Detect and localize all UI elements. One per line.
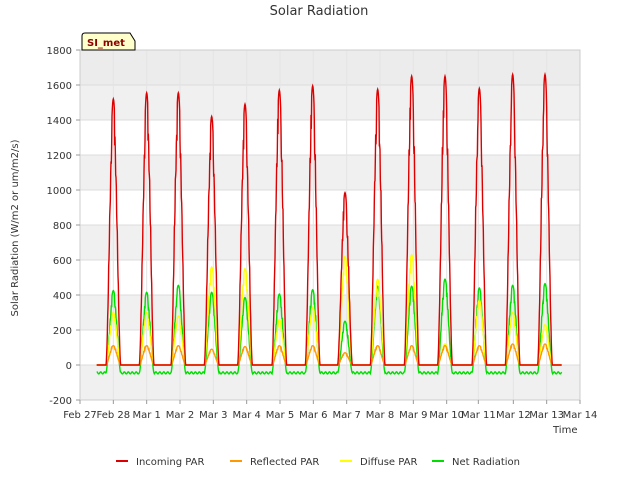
x-tick-label: Mar 12 xyxy=(496,410,531,421)
badge-label: SI_met xyxy=(87,38,125,49)
plot-band xyxy=(80,85,580,120)
x-tick-label: Mar 14 xyxy=(563,410,598,421)
x-tick-label: Mar 9 xyxy=(399,410,427,421)
plot-band xyxy=(80,190,580,225)
x-tick-label: Mar 3 xyxy=(199,410,227,421)
legend-label: Reflected PAR xyxy=(250,457,319,468)
x-tick-label: Mar 13 xyxy=(529,410,564,421)
y-tick-label: 1200 xyxy=(47,151,72,162)
plot-band xyxy=(80,155,580,190)
y-tick-label: 1600 xyxy=(47,81,72,92)
y-tick-label: 0 xyxy=(66,361,72,372)
x-tick-label: Mar 6 xyxy=(299,410,327,421)
x-tick-label: Mar 10 xyxy=(429,410,464,421)
chart-title: Solar Radiation xyxy=(270,4,369,19)
x-tick-label: Mar 1 xyxy=(132,410,160,421)
plot-band xyxy=(80,295,580,330)
x-tick-label: Mar 7 xyxy=(332,410,360,421)
x-tick-label: Feb 27 xyxy=(63,410,97,421)
legend-label: Net Radiation xyxy=(452,457,520,468)
plot-band xyxy=(80,225,580,260)
x-tick-label: Mar 5 xyxy=(266,410,294,421)
plot-band xyxy=(80,50,580,85)
y-tick-label: 1000 xyxy=(47,186,72,197)
y-tick-label: 1400 xyxy=(47,116,72,127)
legend-label: Incoming PAR xyxy=(136,457,205,468)
y-tick-label: 800 xyxy=(53,221,72,232)
x-tick-label: Mar 11 xyxy=(461,410,496,421)
plot-band xyxy=(80,120,580,155)
legend-label: Diffuse PAR xyxy=(360,457,417,468)
x-axis-label: Time xyxy=(552,425,577,436)
solar-radiation-chart: -200 0 200 400 600 800 1000 1200 1400 1600 1800 Fe… xyxy=(0,0,640,480)
y-tick-label: 1800 xyxy=(47,46,72,57)
y-tick-label: 400 xyxy=(53,291,72,302)
y-tick-label: 600 xyxy=(53,256,72,267)
legend: Incoming PAR Reflected PAR Diffuse PAR Net … xyxy=(116,457,520,468)
y-tick-label: 200 xyxy=(53,326,72,337)
plot-band xyxy=(80,365,580,400)
x-tick-label: Mar 8 xyxy=(366,410,394,421)
plot-band xyxy=(80,330,580,365)
y-axis-label: Solar Radiation (W/m2 or um/m2/s) xyxy=(10,139,21,316)
x-tick-label: Mar 2 xyxy=(166,410,194,421)
y-tick-label: -200 xyxy=(49,396,72,407)
plot-band xyxy=(80,260,580,295)
station-badge: SI_met xyxy=(81,32,136,51)
x-tick-label: Mar 4 xyxy=(232,410,260,421)
x-tick-label: Feb 28 xyxy=(97,410,131,421)
